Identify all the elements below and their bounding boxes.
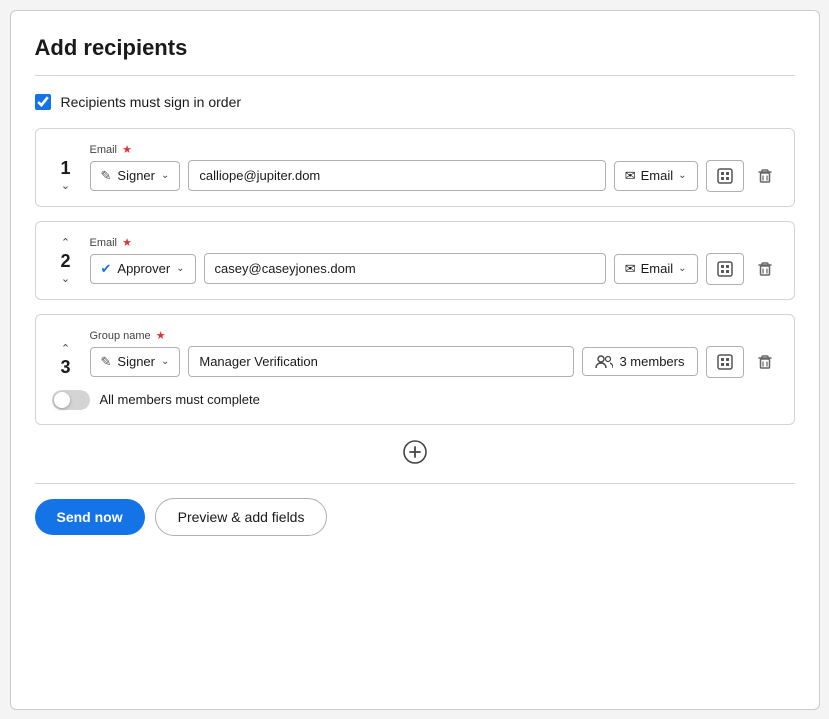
input-row-2: ✔ Approver ⌄ ✉ Email ⌄: [90, 253, 778, 285]
all-members-toggle[interactable]: [52, 390, 90, 410]
step-number-3: 3: [60, 357, 70, 378]
page-title: Add recipients: [35, 35, 795, 61]
recipient-card-2: ⌃ 2 ⌄ Email ★ ✔ Approver ⌄ ✉: [35, 221, 795, 300]
chevron-down-icon-3: ⌄: [161, 356, 169, 367]
members-button-3[interactable]: 3 members: [582, 347, 697, 376]
required-star-2: ★: [122, 237, 132, 249]
step-number-2: 2: [60, 251, 70, 272]
step-up-3[interactable]: ⌃: [61, 344, 70, 355]
send-now-button[interactable]: Send now: [35, 499, 145, 535]
delivery-dropdown-1[interactable]: ✉ Email ⌄: [614, 161, 698, 191]
delivery-dropdown-2[interactable]: ✉ Email ⌄: [614, 254, 698, 284]
email-group-2: Email ★ ✔ Approver ⌄ ✉ Email ⌄: [90, 236, 778, 285]
members-count-3: 3 members: [619, 354, 684, 369]
delete-button-1[interactable]: [752, 163, 778, 189]
delete-button-3[interactable]: [752, 349, 778, 375]
sign-order-row: Recipients must sign in order: [35, 94, 795, 110]
auth-button-2[interactable]: [706, 253, 744, 285]
bottom-bar: Send now Preview & add fields: [35, 483, 795, 536]
role-label-1: Signer: [117, 168, 155, 183]
add-recipient-row: [35, 439, 795, 465]
email-input-1[interactable]: [188, 160, 605, 191]
recipient-card-1: 1 ⌄ Email ★ ✎ Signer ⌄ ✉ Email: [35, 128, 795, 207]
chevron-down-icon-1: ⌄: [161, 170, 169, 181]
auth-icon-2: [716, 260, 734, 278]
pen-icon-3: ✎: [101, 354, 112, 370]
plus-circle-icon: [402, 439, 428, 465]
auth-icon-1: [716, 167, 734, 185]
toggle-row-3: All members must complete: [52, 390, 778, 410]
envelope-icon-2: ✉: [625, 261, 636, 277]
role-dropdown-1[interactable]: ✎ Signer ⌄: [90, 161, 181, 191]
step-col-1: 1 ⌄: [52, 158, 80, 192]
chevron-down-icon-2: ⌄: [176, 263, 184, 274]
input-row-3: ✎ Signer ⌄ 3 members: [90, 346, 778, 378]
delivery-label-1: Email: [641, 168, 674, 183]
recipient-card-3: ⌃ 3 Group name ★ ✎ Signer ⌄: [35, 314, 795, 425]
field-label-3: Group name ★: [90, 329, 778, 342]
field-label-1: Email ★: [90, 143, 778, 156]
delete-button-2[interactable]: [752, 256, 778, 282]
sign-order-checkbox[interactable]: [35, 94, 51, 110]
email-input-2[interactable]: [204, 253, 606, 284]
chevron-down-icon-delivery-2: ⌄: [678, 263, 686, 274]
envelope-icon-1: ✉: [625, 168, 636, 184]
trash-icon-3: [756, 353, 774, 371]
group-name-input-3[interactable]: [188, 346, 574, 377]
people-icon-3: [595, 355, 613, 369]
step-col-3: ⌃ 3: [52, 344, 80, 378]
card-top-row-1: 1 ⌄ Email ★ ✎ Signer ⌄ ✉ Email: [52, 143, 778, 192]
step-up-2[interactable]: ⌃: [61, 238, 70, 249]
add-recipient-button[interactable]: [402, 439, 428, 465]
role-label-3: Signer: [117, 354, 155, 369]
card-top-row-3: ⌃ 3 Group name ★ ✎ Signer ⌄: [52, 329, 778, 378]
role-dropdown-2[interactable]: ✔ Approver ⌄: [90, 254, 196, 284]
toggle-knob: [54, 392, 70, 408]
step-col-2: ⌃ 2 ⌄: [52, 238, 80, 285]
toggle-label-3: All members must complete: [100, 392, 260, 407]
auth-button-3[interactable]: [706, 346, 744, 378]
auth-icon-3: [716, 353, 734, 371]
pen-icon-1: ✎: [101, 168, 112, 184]
chevron-down-icon-delivery-1: ⌄: [678, 170, 686, 181]
input-row-1: ✎ Signer ⌄ ✉ Email ⌄: [90, 160, 778, 192]
auth-button-1[interactable]: [706, 160, 744, 192]
step-down-1[interactable]: ⌄: [61, 181, 70, 192]
preview-button[interactable]: Preview & add fields: [155, 498, 328, 536]
email-group-3: Group name ★ ✎ Signer ⌄: [90, 329, 778, 378]
check-icon-2: ✔: [101, 261, 112, 277]
email-group-1: Email ★ ✎ Signer ⌄ ✉ Email ⌄: [90, 143, 778, 192]
role-label-2: Approver: [117, 261, 170, 276]
sign-order-label[interactable]: Recipients must sign in order: [61, 94, 242, 110]
divider: [35, 75, 795, 76]
required-star-3: ★: [156, 330, 166, 342]
field-label-2: Email ★: [90, 236, 778, 249]
trash-icon-2: [756, 260, 774, 278]
step-down-2[interactable]: ⌄: [61, 274, 70, 285]
delivery-label-2: Email: [641, 261, 674, 276]
required-star-1: ★: [122, 144, 132, 156]
page-container: Add recipients Recipients must sign in o…: [10, 10, 820, 710]
step-number-1: 1: [60, 158, 70, 179]
trash-icon-1: [756, 167, 774, 185]
role-dropdown-3[interactable]: ✎ Signer ⌄: [90, 347, 181, 377]
card-top-row-2: ⌃ 2 ⌄ Email ★ ✔ Approver ⌄ ✉: [52, 236, 778, 285]
